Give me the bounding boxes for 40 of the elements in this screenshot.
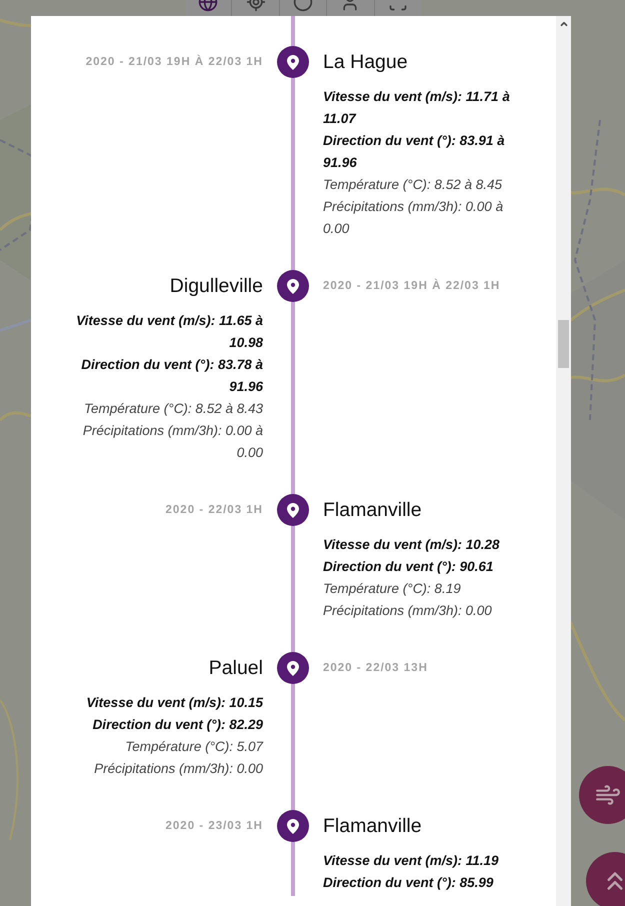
detail-line: Vitesse du vent (m/s): 11.65 à 10.98	[75, 312, 263, 352]
detail-line: Direction du vent (°): 90.61	[323, 558, 494, 576]
map-pin-icon	[287, 818, 299, 834]
detail-line: Précipitations (mm/3h): 0.00 à 0.00	[82, 422, 263, 462]
detail-line: Vitesse du vent (m/s): 11.19	[323, 852, 500, 870]
detail-line: Direction du vent (°): 82.29	[92, 716, 263, 734]
marker-button[interactable]	[277, 494, 309, 526]
detail-line: Température (°C): 5.07	[124, 738, 263, 756]
event-date: 2020 - 22/03 1H	[164, 503, 263, 518]
detail-line: Précipitations (mm/3h): 0.00 à 0.00	[323, 198, 504, 238]
map-pin-icon	[287, 502, 299, 518]
marker-button[interactable]	[277, 810, 309, 842]
detail-line: Vitesse du vent (m/s): 11.71 à 11.07	[323, 88, 511, 128]
scrollbar-thumb[interactable]	[558, 320, 569, 368]
detail-line: Direction du vent (°): 85.99	[323, 874, 494, 892]
detail-line: Vitesse du vent (m/s): 10.28	[323, 536, 501, 554]
map-pin-icon	[287, 278, 299, 294]
place-title: Paluel	[208, 656, 263, 681]
marker-button[interactable]	[277, 270, 309, 302]
marker-button[interactable]	[277, 652, 309, 684]
place-title: La Hague	[323, 50, 409, 75]
event-date: 2020 - 21/03 19H À 22/03 1H	[323, 278, 502, 294]
marker-button[interactable]	[277, 46, 309, 78]
detail-line: Direction du vent (°): 83.91 à 91.96	[323, 132, 506, 172]
place-title: Flamanville	[323, 814, 423, 839]
wind-icon	[595, 782, 621, 808]
detail-line: Température (°C): 8.52 à 8.43	[83, 400, 263, 418]
event-date: 2020 - 23/03 1H	[164, 819, 263, 834]
map-pin-icon	[287, 660, 299, 676]
place-title: Flamanville	[323, 498, 423, 523]
event-date: 2020 - 22/03 13H	[323, 661, 429, 676]
detail-line: Précipitations (mm/3h): 0.00	[323, 602, 493, 620]
detail-line: Direction du vent (°): 83.78 à 91.96	[80, 356, 263, 396]
event-date: 2020 - 21/03 19H À 22/03 1H	[84, 54, 263, 70]
detail-line: Précipitations (mm/3h): 0.00	[93, 760, 263, 778]
detail-line: Vitesse du vent (m/s): 10.15	[85, 694, 263, 712]
detail-line: Température (°C): 8.19	[323, 580, 462, 598]
map-pin-icon	[287, 54, 299, 70]
detail-line: Température (°C): 8.52 à 8.45	[323, 176, 503, 194]
place-title: Digulleville	[168, 274, 263, 299]
